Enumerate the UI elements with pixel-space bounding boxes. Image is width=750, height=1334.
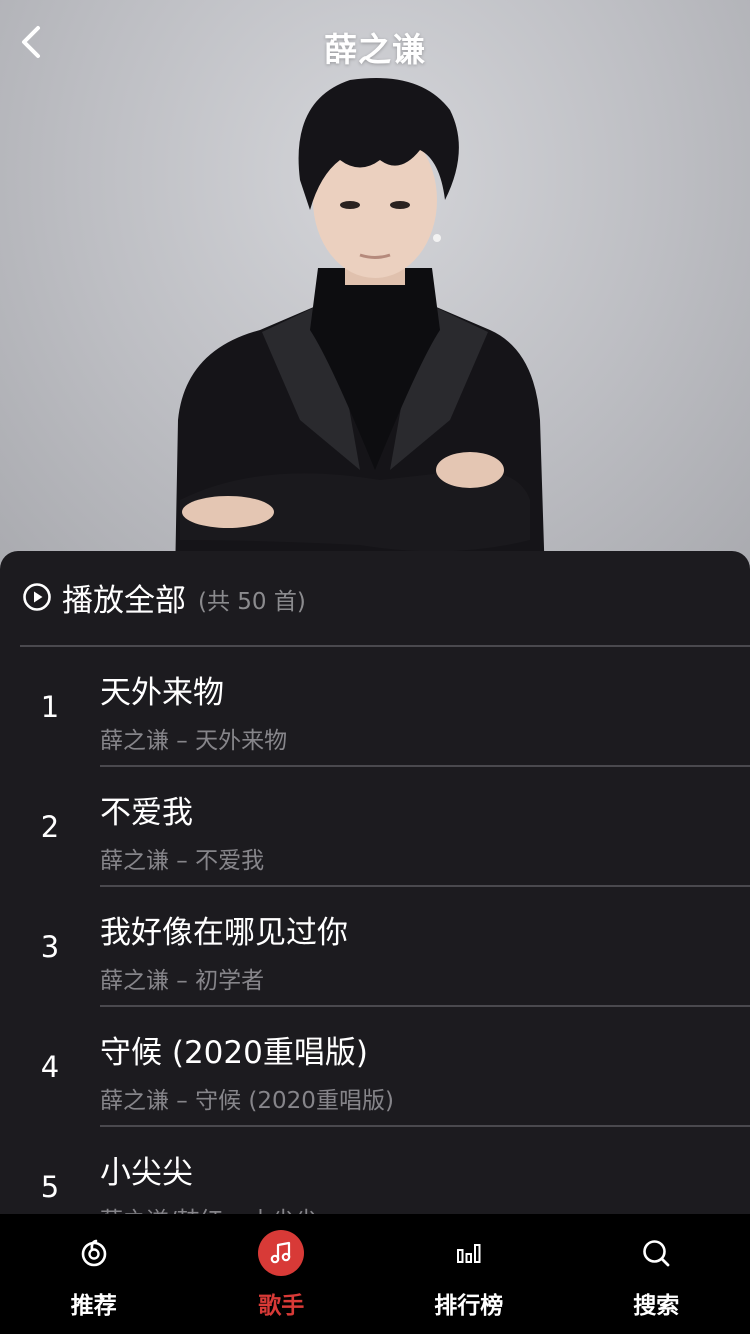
song-artist-album: 薛之谦 – 初学者 <box>100 968 265 994</box>
tab-label: 歌手 <box>258 1293 305 1319</box>
song-row[interactable]: 3 我好像在哪见过你 薛之谦 – 初学者 <box>0 887 750 1007</box>
netease-logo-icon <box>71 1230 117 1276</box>
tab-label: 推荐 <box>70 1293 117 1319</box>
song-artist-album: 薛之谦 – 守候 (2020重唱版) <box>100 1088 394 1114</box>
song-title: 守候 (2020重唱版) <box>100 1035 368 1071</box>
song-list: 1 天外来物 薛之谦 – 天外来物 2 不爱我 薛之谦 – 不爱我 3 我好像在… <box>0 647 750 1247</box>
bottom-tab-bar: 推荐 歌手 排行榜 搜索 <box>0 1214 750 1334</box>
song-index: 4 <box>40 1050 60 1084</box>
song-row[interactable]: 4 守候 (2020重唱版) 薛之谦 – 守候 (2020重唱版) <box>0 1007 750 1127</box>
song-index: 1 <box>40 690 60 724</box>
song-title: 天外来物 <box>100 675 224 711</box>
song-artist-album: 薛之谦 – 不爱我 <box>100 848 265 874</box>
play-all-button[interactable]: 播放全部 (共 50 首) <box>22 571 306 623</box>
back-button[interactable] <box>18 24 66 76</box>
artist-portrait-image <box>175 78 545 580</box>
song-list-panel: 播放全部 (共 50 首) 1 天外来物 薛之谦 – 天外来物 2 不爱我 薛之… <box>0 551 750 1251</box>
song-row[interactable]: 2 不爱我 薛之谦 – 不爱我 <box>0 767 750 887</box>
music-note-icon <box>258 1230 305 1276</box>
song-index: 3 <box>40 930 60 964</box>
chevron-left-icon <box>22 26 40 58</box>
tab-recommend[interactable]: 推荐 <box>0 1214 188 1334</box>
song-count: (共 50 首) <box>198 589 306 615</box>
tab-search[interactable]: 搜索 <box>563 1214 750 1334</box>
song-index: 2 <box>40 810 60 844</box>
song-row[interactable]: 1 天外来物 薛之谦 – 天外来物 <box>0 647 750 767</box>
play-all-label: 播放全部 <box>62 582 186 619</box>
artist-page: 薛之谦 播放全部 (共 50 首) 1 天外来物 薛之谦 – 天外来物 2 不爱… <box>0 0 750 1334</box>
song-title: 我好像在哪见过你 <box>100 915 348 951</box>
tab-charts[interactable]: 排行榜 <box>375 1214 563 1334</box>
page-title: 薛之谦 <box>324 30 426 69</box>
tab-label: 排行榜 <box>434 1293 504 1319</box>
song-title: 不爱我 <box>100 795 193 831</box>
bar-chart-icon <box>446 1230 492 1276</box>
tab-artists[interactable]: 歌手 <box>188 1214 376 1334</box>
artist-photo: 薛之谦 <box>0 0 750 580</box>
song-artist-album: 薛之谦 – 天外来物 <box>100 728 288 754</box>
play-circle-icon <box>22 582 52 612</box>
tab-label: 搜索 <box>633 1293 680 1319</box>
search-icon <box>633 1230 679 1276</box>
song-title: 小尖尖 <box>100 1155 193 1191</box>
